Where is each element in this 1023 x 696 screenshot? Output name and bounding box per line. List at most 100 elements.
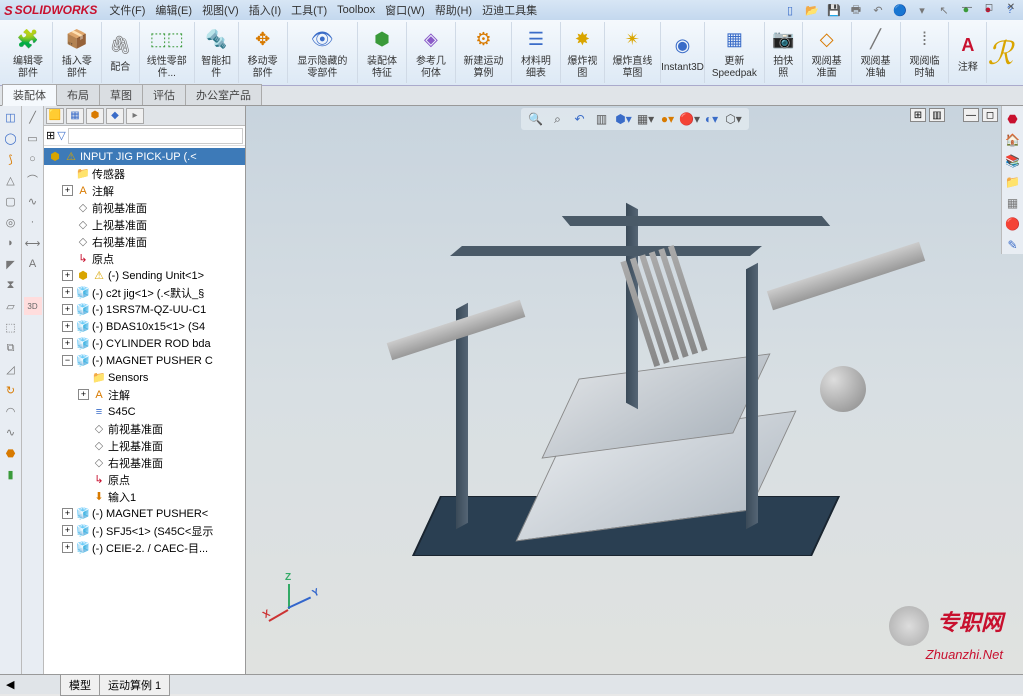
tree-filter-input[interactable] [68, 128, 243, 144]
lt-sweep-icon[interactable]: ⟆ [2, 150, 20, 168]
select-icon[interactable]: ↖ [935, 2, 953, 18]
edit-part-button[interactable]: 🧩编辑零部件 [4, 22, 53, 83]
coordinate-triad[interactable] [266, 584, 316, 634]
lt-draft-icon[interactable]: ◿ [2, 360, 20, 378]
tree-tab-configmgr[interactable]: ⬢ [86, 108, 104, 124]
sk-line-icon[interactable]: ╱ [24, 108, 42, 126]
appearance-icon[interactable]: 🔴▾ [681, 110, 699, 128]
lt-circle-icon[interactable]: ◯ [2, 129, 20, 147]
expand-icon[interactable]: + [62, 542, 73, 553]
doc-minimize-button[interactable]: — [963, 108, 979, 122]
doc-view-icon[interactable]: ▥ [929, 108, 945, 122]
annotation-button[interactable]: A注释 [949, 22, 987, 83]
ref-axis-button[interactable]: ╱观阅基准轴 [852, 22, 901, 83]
tree-annotations[interactable]: +A注解 [44, 182, 245, 199]
sk-point-icon[interactable]: · [24, 213, 42, 231]
new-icon[interactable]: ▯ [781, 2, 799, 18]
tree-tab-featuremgr[interactable]: 🟨 [46, 108, 64, 124]
ref-plane-button[interactable]: ◇观阅基准面 [803, 22, 852, 83]
lt-rib-icon[interactable]: ⧗ [2, 276, 20, 294]
tree-root-node[interactable]: ⬢⚠INPUT JIG PICK-UP (.< [44, 148, 245, 165]
lt-shell-icon[interactable]: ▱ [2, 297, 20, 315]
tp-appearance-icon[interactable]: 🔴 [1004, 215, 1022, 233]
print-icon[interactable]: 🖶 [847, 2, 865, 18]
minimize-button[interactable]: — [957, 0, 977, 14]
tab-sketch[interactable]: 草图 [99, 84, 143, 105]
speedpak-button[interactable]: ▦更新Speedpak [705, 22, 765, 83]
insert-part-button[interactable]: 📦插入零部件 [53, 22, 102, 83]
tree-origin[interactable]: ↳原点 [44, 250, 245, 267]
tree-sending-unit[interactable]: +⬢⚠(-) Sending Unit<1> [44, 267, 245, 284]
menu-maidi[interactable]: 迈迪工具集 [482, 2, 537, 18]
tree-sfie[interactable]: +🧊(-) CEIE-2. / CAEC-目... [44, 539, 245, 556]
tree-sensors[interactable]: 📁传感器 [44, 165, 245, 182]
tab-layout[interactable]: 布局 [56, 84, 100, 105]
tree-right-plane[interactable]: ◇右视基准面 [44, 233, 245, 250]
undo-icon[interactable]: ↶ [869, 2, 887, 18]
tree-right-plane2[interactable]: ◇右视基准面 [44, 454, 245, 471]
tree-s45c[interactable]: ≡S45C [44, 403, 245, 420]
expand-icon[interactable]: + [62, 525, 73, 536]
new-motion-button[interactable]: ⚙新建运动算例 [456, 22, 512, 83]
graphics-viewport[interactable]: 🔍 ⌕ ↶ ▥ ⬢▾ ▦▾ ●▾ 🔴▾ ◐▾ ⬡▾ ⊞ ▥ — ◻ ✕ [246, 106, 1023, 674]
explode-view-button[interactable]: ✸爆炸视图 [561, 22, 605, 83]
lt-cut-icon[interactable]: ▢ [2, 192, 20, 210]
tree-tab-display[interactable]: ▸ [126, 108, 144, 124]
tree-magnet-pusher2[interactable]: +🧊(-) MAGNET PUSHER< [44, 505, 245, 522]
lt-mirror-icon[interactable]: ⧉ [2, 339, 20, 357]
sk-text-icon[interactable]: A [24, 255, 42, 273]
open-icon[interactable]: 📂 [803, 2, 821, 18]
tree-annotations2[interactable]: +A注解 [44, 386, 245, 403]
lt-dome-icon[interactable]: ◠ [2, 402, 20, 420]
tp-home-icon[interactable]: 🏠 [1004, 131, 1022, 149]
doc-maximize-button[interactable]: ◻ [982, 108, 998, 122]
menu-file[interactable]: 文件(F) [109, 2, 145, 18]
menu-view[interactable]: 视图(V) [202, 2, 239, 18]
menu-window[interactable]: 窗口(W) [385, 2, 425, 18]
tree-origin2[interactable]: ↳原点 [44, 471, 245, 488]
lt-flex-icon[interactable]: ∿ [2, 423, 20, 441]
smart-fastener-button[interactable]: 🔩智能扣件 [195, 22, 239, 83]
reference-geom-button[interactable]: ◈参考几何体 [407, 22, 456, 83]
tree-tab-propmgr[interactable]: ▦ [66, 108, 84, 124]
tree-top-plane[interactable]: ◇上视基准面 [44, 216, 245, 233]
display-style-icon[interactable]: ▦▾ [637, 110, 655, 128]
sk-circle-icon[interactable]: ○ [24, 150, 42, 168]
menu-toolbox[interactable]: Toolbox [337, 4, 375, 16]
expand-icon[interactable]: + [78, 389, 89, 400]
sk-rect-icon[interactable]: ▭ [24, 129, 42, 147]
zoom-fit-icon[interactable]: 🔍 [527, 110, 545, 128]
sk-arc-icon[interactable]: ⌒ [24, 171, 42, 189]
expand-icon[interactable]: + [62, 185, 73, 196]
menu-edit[interactable]: 编辑(E) [155, 2, 192, 18]
lt-loft-icon[interactable]: △ [2, 171, 20, 189]
expand-icon[interactable]: + [62, 304, 73, 315]
tp-custom-props-icon[interactable]: ✎ [1004, 236, 1022, 254]
lt-cam-icon[interactable]: ⬣ [2, 444, 20, 462]
lt-wrap-icon[interactable]: ↻ [2, 381, 20, 399]
save-icon[interactable]: 💾 [825, 2, 843, 18]
view-settings-icon[interactable]: ⬡▾ [725, 110, 743, 128]
close-button[interactable]: ✕ [1001, 0, 1021, 14]
scroll-left-icon[interactable]: ◀ [6, 678, 14, 691]
tree-srs[interactable]: +🧊(-) 1SRS7M-QZ-UU-C1 [44, 301, 245, 318]
tree-cylrod[interactable]: +🧊(-) CYLINDER ROD bda [44, 335, 245, 352]
tree-body[interactable]: ⬢⚠INPUT JIG PICK-UP (.< 📁传感器 +A注解 ◇前视基准面… [44, 146, 245, 674]
prev-view-icon[interactable]: ↶ [571, 110, 589, 128]
tp-file-explorer-icon[interactable]: 📁 [1004, 173, 1022, 191]
instant3d-button[interactable]: ◉Instant3D [661, 22, 705, 83]
move-part-button[interactable]: ✥移动零部件 [239, 22, 288, 83]
show-hide-button[interactable]: 👁显示隐藏的零部件 [288, 22, 358, 83]
tree-front-plane2[interactable]: ◇前视基准面 [44, 420, 245, 437]
tab-office[interactable]: 办公室产品 [185, 84, 262, 105]
tree-filter-expand[interactable]: ⊞ [46, 129, 55, 142]
tree-bdas[interactable]: +🧊(-) BDAS10x15<1> (S4 [44, 318, 245, 335]
tp-design-lib-icon[interactable]: 📚 [1004, 152, 1022, 170]
assembly-feature-button[interactable]: ⬢装配体特征 [358, 22, 407, 83]
sk-3d-icon[interactable]: 3D [24, 297, 42, 315]
sk-spline-icon[interactable]: ∿ [24, 192, 42, 210]
tab-evaluate[interactable]: 评估 [142, 84, 186, 105]
filter-icon[interactable]: ▽ [57, 129, 65, 142]
tree-magnet-pusher[interactable]: −🧊(-) MAGNET PUSHER C [44, 352, 245, 369]
linear-pattern-button[interactable]: ⬚⬚线性零部件... [140, 22, 195, 83]
